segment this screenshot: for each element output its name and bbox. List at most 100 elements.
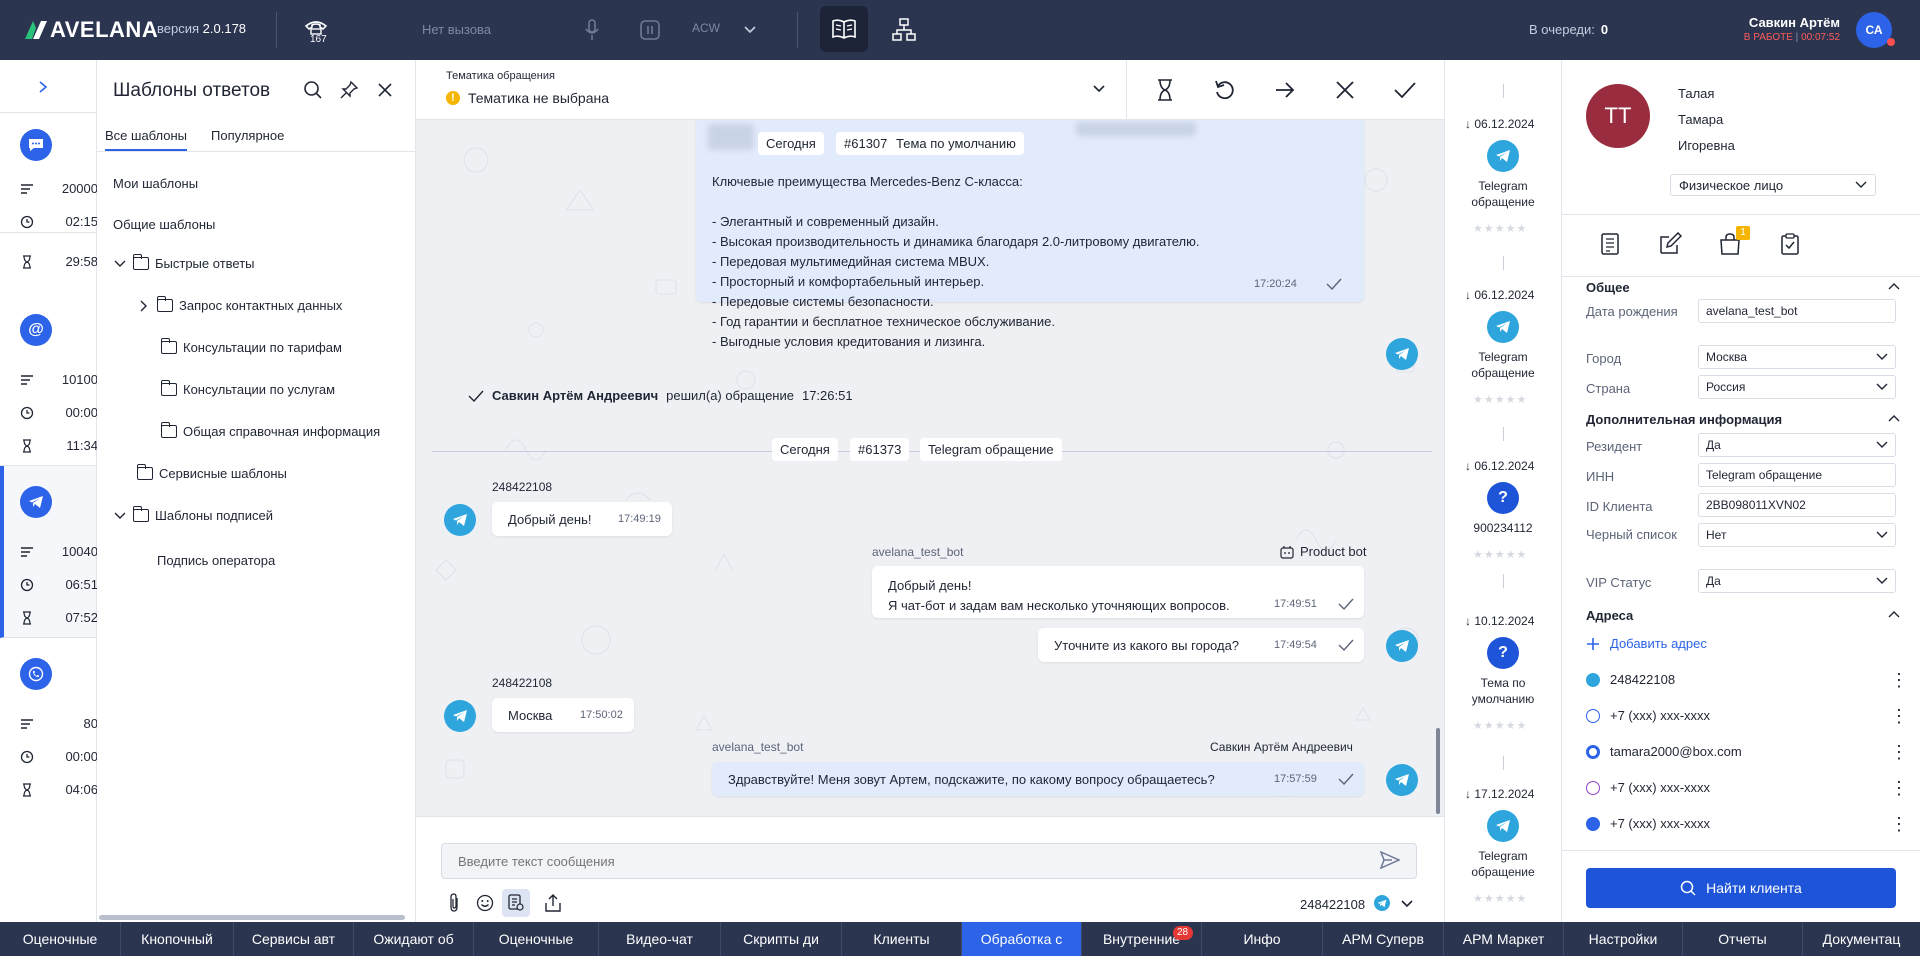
vip-select[interactable]: Да	[1698, 569, 1896, 593]
phone-button[interactable]: 167	[300, 14, 332, 46]
bottom-tab[interactable]: Оценочные	[473, 922, 598, 956]
share-button[interactable]	[544, 893, 562, 913]
address-item[interactable]: tamara2000@box.com ⋮	[1586, 743, 1908, 761]
section-general[interactable]: Общее	[1586, 280, 1630, 295]
bottom-tab[interactable]: Инфо	[1201, 922, 1322, 956]
history-card[interactable]: ↓ 06.12.2024 ? 900234112 ★★★★★	[1445, 402, 1561, 572]
history-card[interactable]: ↓ 10.12.2024 ? Тема по умолчанию ★★★★★	[1445, 557, 1561, 732]
tree-item-quick-answers[interactable]: Быстрые ответы	[113, 254, 255, 271]
channel-telegram[interactable]: 10040 06:51 07:52	[0, 466, 98, 638]
more-icon[interactable]: ⋮	[1890, 671, 1908, 689]
inn-field[interactable]: Telegram обращение	[1698, 463, 1896, 487]
bottom-tab[interactable]: Сервисы авт	[233, 922, 353, 956]
birthdate-field[interactable]: avelana_test_bot	[1698, 299, 1896, 323]
close-conversation-button[interactable]	[1329, 74, 1361, 106]
find-client-button[interactable]: Найти клиента	[1586, 868, 1896, 908]
message-input[interactable]	[441, 843, 1417, 879]
edit-icon	[1660, 232, 1682, 254]
bottom-tab[interactable]: Скрипты ди	[720, 922, 841, 956]
search-templates-button[interactable]	[303, 80, 323, 100]
address-item[interactable]: +7 (xxx) xxx-xxxx ⋮	[1586, 707, 1908, 725]
channel-chat[interactable]: 20000 02:15	[0, 112, 98, 233]
bottom-tab[interactable]: АРМ Маркет	[1443, 922, 1563, 956]
more-icon[interactable]: ⋮	[1890, 743, 1908, 761]
bottom-tab-active[interactable]: Обработка с	[961, 922, 1081, 956]
postpone-button[interactable]	[1149, 74, 1181, 106]
bottom-tab[interactable]: Документац	[1802, 922, 1920, 956]
recipient-dropdown[interactable]	[1400, 899, 1414, 909]
expand-sidebar-button[interactable]	[36, 80, 50, 94]
collapse-general[interactable]	[1888, 282, 1900, 290]
client-id-field[interactable]: 2BB098011XVN02	[1698, 493, 1896, 517]
bottom-tab[interactable]: Видео-чат	[598, 922, 720, 956]
blacklist-select[interactable]: Нет	[1698, 523, 1896, 547]
history-card[interactable]: ↓ 17.12.2024 Telegram обращение ★★★★★	[1445, 730, 1561, 922]
bottom-tab[interactable]: Настройки	[1563, 922, 1682, 956]
bottom-tab[interactable]: Оценочные	[0, 922, 120, 956]
tree-item-operator-signature[interactable]: Подпись оператора	[157, 553, 275, 568]
common-templates[interactable]: Общие шаблоны	[113, 217, 215, 232]
tree-item-services[interactable]: Консультации по услугам	[161, 380, 335, 397]
edit-button[interactable]	[1658, 232, 1686, 260]
add-address-button[interactable]: Добавить адрес	[1586, 636, 1908, 651]
bottom-tab[interactable]: Ожидают об	[353, 922, 473, 956]
country-select[interactable]: Россия	[1698, 375, 1896, 399]
bottom-tab[interactable]: Кнопочный	[120, 922, 233, 956]
tree-item-signatures[interactable]: Шаблоны подписей	[113, 506, 273, 523]
tree-item-tariffs[interactable]: Консультации по тарифам	[161, 338, 342, 355]
tree-item-contact-request[interactable]: Запрос контактных данных	[137, 296, 342, 313]
my-templates[interactable]: Мои шаблоны	[113, 176, 198, 191]
tree-item-general-info[interactable]: Общая справочная информация	[161, 422, 380, 439]
acw-dropdown[interactable]	[734, 14, 766, 46]
attach-button[interactable]	[446, 893, 462, 913]
history-card[interactable]: ↓ 06.12.2024 Telegram обращение ★★★★★	[1445, 231, 1561, 406]
knowledge-base-button[interactable]	[820, 6, 868, 52]
channel-phone[interactable]: 80 00:00 04:06	[0, 638, 98, 810]
bottom-tab[interactable]: АРМ Суперв	[1322, 922, 1443, 956]
pin-panel-button[interactable]	[339, 80, 359, 100]
collapse-extra[interactable]	[1888, 414, 1900, 422]
bottom-tab[interactable]: Клиенты	[841, 922, 961, 956]
topic-dropdown[interactable]	[1092, 84, 1106, 94]
emoji-button[interactable]	[476, 894, 494, 912]
address-item[interactable]: +7 (xxx) xxx-xxxx ⋮	[1586, 815, 1908, 833]
user-status[interactable]: В РАБОТЕ | 00:07:52	[1700, 32, 1840, 43]
section-addresses[interactable]: Адреса	[1586, 608, 1633, 623]
collapse-addresses[interactable]	[1888, 610, 1900, 618]
notes-button[interactable]	[1598, 232, 1626, 260]
orders-button[interactable]: 1	[1718, 226, 1750, 260]
tree-item-service-templates[interactable]: Сервисные шаблоны	[137, 464, 287, 481]
client-type-select[interactable]: Физическое лицо	[1670, 174, 1876, 196]
acw-select[interactable]: ACW	[692, 21, 720, 35]
hold-button[interactable]	[634, 14, 666, 46]
more-icon[interactable]: ⋮	[1890, 779, 1908, 797]
tab-popular[interactable]: Популярное	[211, 128, 284, 143]
queue-label: В очереди:	[1529, 22, 1595, 37]
chat-area[interactable]: Сегодня #61307 Тема по умолчанию Ключевы…	[416, 120, 1444, 816]
address-item[interactable]: 248422108 ⋮	[1586, 671, 1908, 689]
return-button[interactable]	[1209, 74, 1241, 106]
resident-select[interactable]: Да	[1698, 433, 1896, 457]
address-item[interactable]: +7 (xxx) xxx-xxxx ⋮	[1586, 779, 1908, 797]
bottom-tab[interactable]: Отчеты	[1682, 922, 1802, 956]
ticket-chip[interactable]: #61307	[836, 132, 896, 155]
more-icon[interactable]: ⋮	[1890, 707, 1908, 725]
city-select[interactable]: Москва	[1698, 345, 1896, 369]
section-extra[interactable]: Дополнительная информация	[1586, 412, 1782, 427]
horizontal-scrollbar[interactable]	[99, 915, 405, 920]
resolve-button[interactable]	[1389, 74, 1421, 106]
history-card[interactable]: ↓ 06.12.2024 Telegram обращение ★★★★★	[1445, 60, 1561, 235]
templates-toggle-button[interactable]	[502, 889, 530, 917]
structure-button[interactable]	[888, 14, 920, 46]
mic-button[interactable]	[576, 14, 608, 46]
channel-email[interactable]: @ 10100 00:00 11:34	[0, 294, 98, 466]
more-icon[interactable]: ⋮	[1890, 815, 1908, 833]
transfer-button[interactable]	[1269, 74, 1301, 106]
chat-scrollbar[interactable]	[1436, 728, 1440, 814]
topic-header[interactable]: Тематика обращения ! Тематика не выбрана	[416, 60, 1126, 120]
tasks-button[interactable]	[1778, 232, 1806, 260]
tab-all-templates[interactable]: Все шаблоны	[105, 128, 188, 151]
close-panel-button[interactable]	[375, 80, 395, 100]
ticket-chip[interactable]: #61373	[850, 438, 910, 461]
send-button[interactable]	[1380, 851, 1400, 869]
